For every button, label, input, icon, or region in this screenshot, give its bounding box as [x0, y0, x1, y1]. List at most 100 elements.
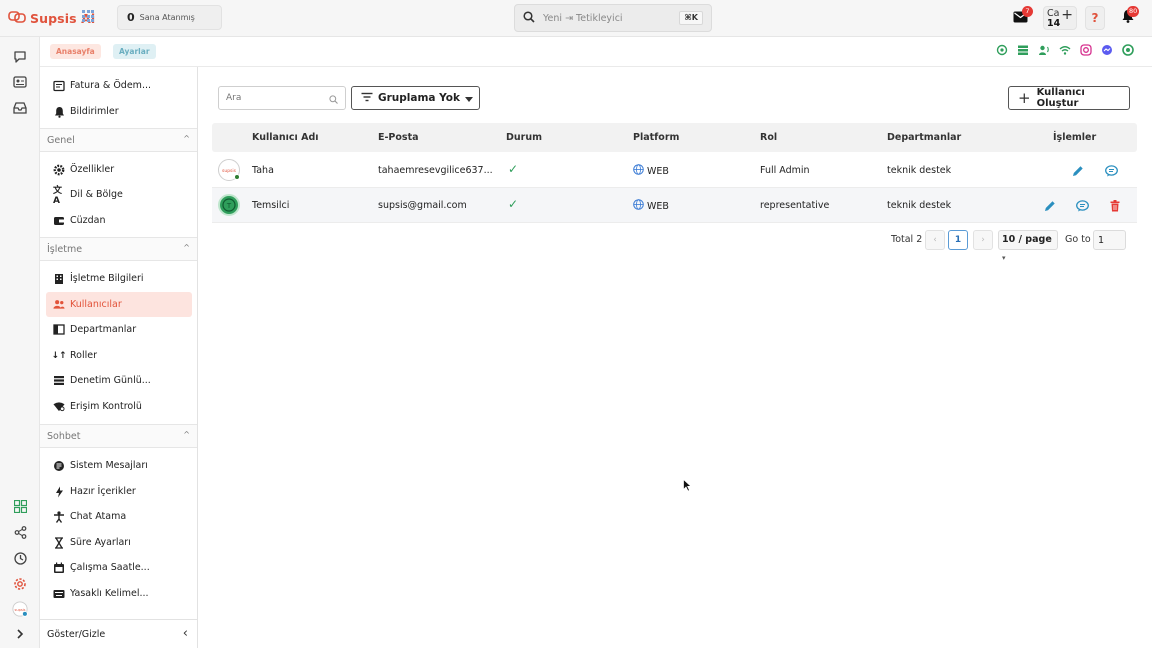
sidebar-toggle[interactable]: Göster/Gizle ‹	[40, 619, 197, 648]
goto-page-input[interactable]	[1093, 230, 1126, 250]
section-title: Genel	[47, 135, 75, 146]
sidebar-item-chat-assignment[interactable]: Chat Atama	[46, 504, 192, 529]
chat-icon[interactable]	[1076, 199, 1089, 212]
chat-icon[interactable]	[1105, 164, 1118, 177]
user-role: Full Admin	[760, 165, 810, 176]
add-icon: +	[1061, 7, 1073, 23]
instagram-icon[interactable]	[1080, 44, 1092, 56]
share-icon[interactable]	[12, 524, 28, 540]
voice-agent-icon[interactable]	[1038, 44, 1050, 56]
global-search[interactable]: Yeni ⇥ Tetikleyici ⌘K	[514, 4, 712, 32]
sidebar-item-working-hours[interactable]: Çalışma Saatle...	[46, 555, 192, 580]
sidebar-item-label: Sistem Mesajları	[70, 460, 148, 471]
calendar-widget[interactable]: Ca 14 +	[1043, 6, 1077, 30]
sidebar-toggle-label: Göster/Gizle	[47, 629, 106, 640]
search-placeholder: Yeni ⇥ Tetikleyici	[543, 12, 623, 24]
filter-icon	[361, 91, 373, 105]
user-email: supsis@gmail.com	[378, 200, 467, 211]
column-header[interactable]: Departmanlar	[887, 132, 961, 143]
user-department: teknik destek	[887, 200, 952, 211]
profile-avatar-icon[interactable]: supsis	[12, 601, 28, 617]
wifi-icon[interactable]	[1059, 44, 1071, 56]
chevron-down-icon: ▾	[1002, 254, 1006, 262]
roles-icon: ↓↑	[51, 350, 67, 361]
grouping-dropdown[interactable]: Gruplama Yok	[351, 86, 480, 110]
sidebar-item-users[interactable]: Kullanıcılar	[46, 292, 192, 317]
expand-chevron-icon[interactable]	[12, 626, 28, 642]
column-header: İşlemler	[1053, 132, 1097, 143]
sidebar-item-language[interactable]: 文A Dil & Bölge	[46, 182, 192, 207]
sidebar-item-access-control[interactable]: Erişim Kontrolü	[46, 394, 192, 419]
sidebar-item-billing[interactable]: Fatura & Ödem...	[46, 73, 192, 98]
avatar: supsis	[218, 159, 240, 181]
contacts-icon[interactable]	[12, 74, 28, 90]
current-page-button[interactable]: 1	[948, 230, 968, 250]
sidebar-item-features[interactable]: Özellikler	[46, 157, 192, 182]
status-check-icon: ✓	[508, 197, 519, 211]
section-title: Sohbet	[47, 431, 81, 442]
user-search-input[interactable]	[218, 86, 346, 110]
help-button[interactable]: ?	[1085, 6, 1105, 30]
sidebar-item-label: Cüzdan	[70, 215, 106, 226]
notification-bell-icon[interactable]: 80	[1122, 6, 1140, 26]
edit-icon[interactable]	[1071, 164, 1084, 177]
user-name: Taha	[252, 165, 274, 176]
apps-grid-icon[interactable]	[82, 10, 94, 22]
sidebar-item-notifications[interactable]: Bildirimler	[46, 99, 192, 124]
page-size-select[interactable]: 10 / page ▾	[998, 230, 1058, 262]
section-business[interactable]: İşletme ^	[40, 237, 197, 261]
delete-icon[interactable]	[1108, 199, 1121, 212]
column-header[interactable]: E-Posta	[378, 132, 419, 143]
settings-sidebar: Fatura & Ödem... Bildirimler Genel ^ Öze…	[40, 67, 198, 648]
inbox-icon[interactable]	[12, 100, 28, 116]
clock-icon[interactable]	[12, 550, 28, 566]
edit-icon[interactable]	[1043, 199, 1056, 212]
sidebar-item-label: Hazır İçerikler	[70, 486, 136, 497]
bot-icon[interactable]	[996, 44, 1008, 56]
column-header[interactable]: Platform	[633, 132, 679, 143]
section-title: İşletme	[47, 244, 83, 255]
platform-label: WEB	[647, 200, 669, 212]
prev-page-button[interactable]: ‹	[925, 230, 945, 250]
sidebar-item-system-messages[interactable]: Sistem Mesajları	[46, 453, 192, 478]
dashboard-icon[interactable]	[12, 498, 28, 514]
tab-settings[interactable]: Ayarlar	[113, 44, 156, 59]
column-header[interactable]: Rol	[760, 132, 777, 143]
table-row[interactable]: supsis Taha tahaemresevgilice637... ✓ WE…	[212, 153, 1137, 188]
next-page-button[interactable]: ›	[973, 230, 993, 250]
help-icon: ?	[1091, 11, 1099, 25]
column-header[interactable]: Durum	[506, 132, 542, 143]
sidebar-item-audit-log[interactable]: Denetim Günlü...	[46, 368, 192, 393]
sidebar-item-departments[interactable]: Departmanlar	[46, 317, 192, 342]
section-general[interactable]: Genel ^	[40, 128, 197, 152]
pagination-total: Total 2	[891, 234, 923, 245]
list-icon[interactable]	[1017, 44, 1029, 56]
search-shortcut: ⌘K	[679, 11, 703, 25]
messenger-icon[interactable]	[1101, 44, 1113, 56]
sidebar-item-canned-responses[interactable]: Hazır İçerikler	[46, 479, 192, 504]
mail-icon[interactable]: 7	[1013, 6, 1033, 26]
sidebar-item-timing[interactable]: Süre Ayarları	[46, 530, 192, 555]
chat-bubble-icon[interactable]	[12, 49, 28, 65]
platform-cell: WEB	[633, 199, 669, 213]
users-table-header: Kullanıcı Adı E-Posta Durum Platform Rol…	[212, 123, 1137, 152]
users-icon	[53, 299, 65, 311]
calendar-icon	[53, 562, 65, 574]
table-row[interactable]: T Temsilci supsis@gmail.com ✓ WEB repres…	[212, 188, 1137, 223]
assigned-to-me-counter[interactable]: 0 Sana Atanmış	[117, 5, 222, 30]
sidebar-item-business-info[interactable]: İşletme Bilgileri	[46, 266, 192, 291]
sidebar-item-label: Süre Ayarları	[70, 537, 131, 548]
department-icon	[53, 324, 65, 336]
column-header[interactable]: Kullanıcı Adı	[252, 132, 319, 143]
section-chat[interactable]: Sohbet ^	[40, 424, 197, 448]
tab-home[interactable]: Anasayfa	[50, 44, 101, 59]
whatsapp-icon[interactable]	[1122, 44, 1134, 56]
sidebar-item-banned-words[interactable]: Yasaklı Kelimel...	[46, 581, 192, 606]
sidebar-item-roles[interactable]: ↓↑ Roller	[46, 343, 192, 368]
sidebar-item-label: Çalışma Saatle...	[70, 562, 150, 573]
create-user-button[interactable]: + Kullanıcı Oluştur	[1008, 86, 1130, 110]
sidebar-item-wallet[interactable]: Cüzdan	[46, 208, 192, 233]
settings-gear-icon[interactable]	[12, 576, 28, 592]
wallet-icon	[53, 215, 65, 227]
nav-rail: supsis	[0, 37, 40, 648]
